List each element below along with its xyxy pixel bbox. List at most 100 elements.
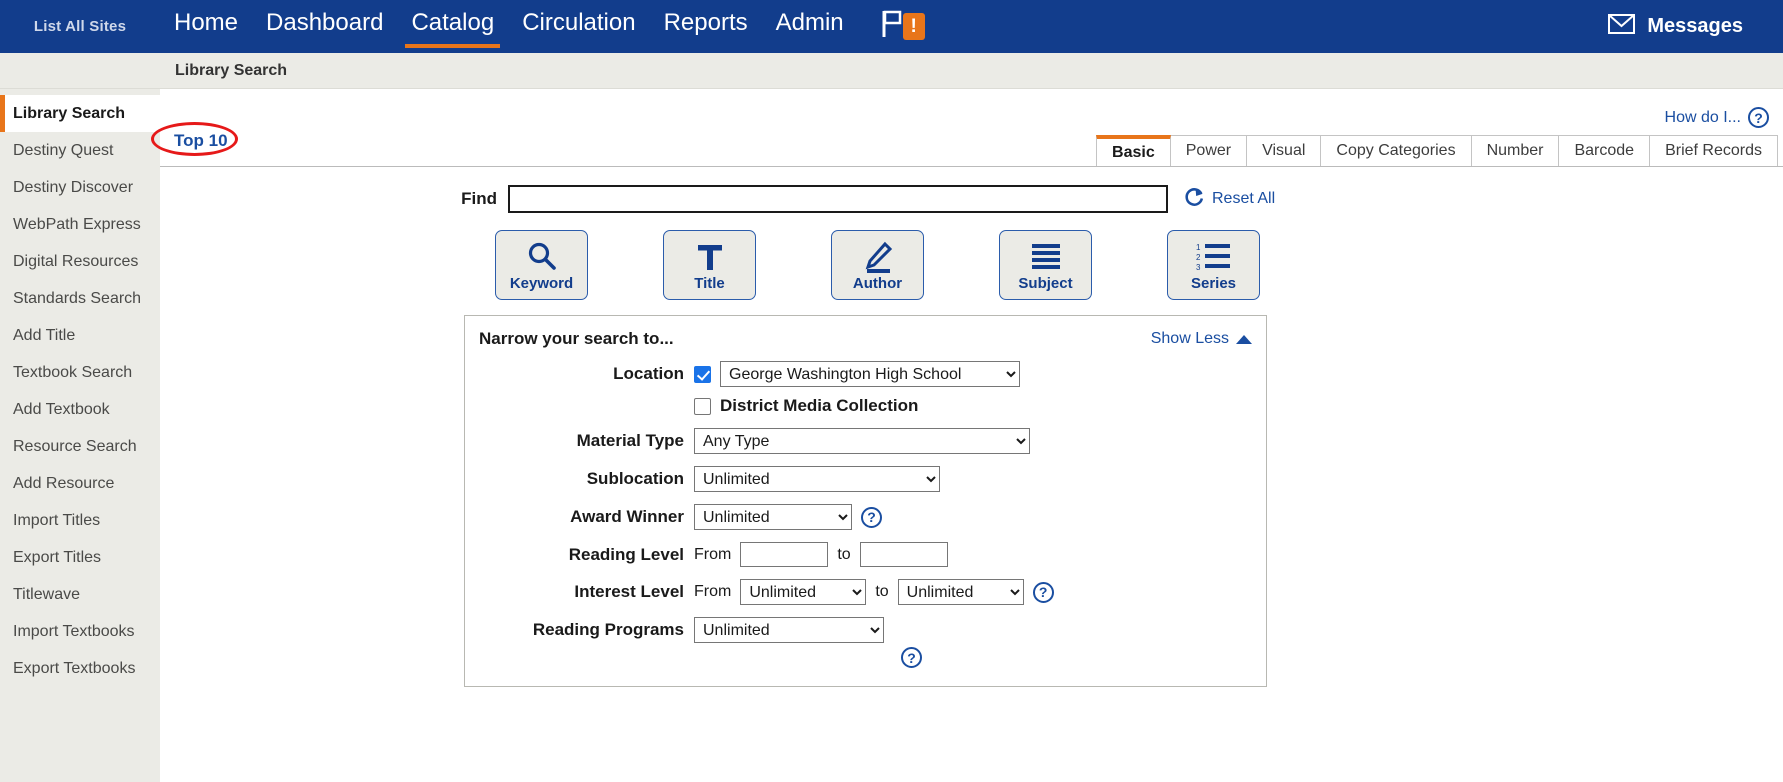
- material-type-select[interactable]: Any Type: [694, 428, 1030, 454]
- reading-level-to-input[interactable]: [859, 542, 948, 567]
- location-select[interactable]: George Washington High School: [720, 361, 1020, 387]
- award-winner-label: Award Winner: [570, 507, 684, 526]
- location-row: Location George Washington High School: [465, 361, 1266, 387]
- sidebar-item-import-titles[interactable]: Import Titles: [0, 502, 160, 539]
- search-button-subject[interactable]: Subject: [999, 230, 1092, 300]
- sidebar: Library Search Destiny Quest Destiny Dis…: [0, 89, 160, 782]
- sidebar-item-import-textbooks[interactable]: Import Textbooks: [0, 613, 160, 650]
- nav-item-reports[interactable]: Reports: [650, 0, 762, 53]
- flag-alert-button[interactable]: !: [880, 0, 925, 53]
- reading-programs-select[interactable]: Unlimited: [694, 617, 884, 643]
- tab-basic[interactable]: Basic: [1096, 135, 1171, 166]
- search-tabs: Basic Power Visual Copy Categories Numbe…: [160, 135, 1783, 167]
- main-nav-items: Home Dashboard Catalog Circulation Repor…: [160, 0, 858, 53]
- top-10-link[interactable]: Top 10: [174, 131, 228, 151]
- sidebar-item-textbook-search[interactable]: Textbook Search: [0, 354, 160, 391]
- award-winner-help-icon[interactable]: ?: [861, 506, 882, 528]
- sidebar-item-destiny-quest[interactable]: Destiny Quest: [0, 132, 160, 169]
- how-do-i-label: How do I...: [1664, 108, 1741, 126]
- numbered-list-icon: 123: [1196, 238, 1232, 276]
- nav-item-admin[interactable]: Admin: [762, 0, 858, 53]
- tab-visual[interactable]: Visual: [1246, 135, 1322, 166]
- sidebar-item-resource-search[interactable]: Resource Search: [0, 428, 160, 465]
- tab-number[interactable]: Number: [1470, 135, 1560, 166]
- nav-item-circulation[interactable]: Circulation: [508, 0, 649, 53]
- how-do-i-link[interactable]: How do I... ?: [1665, 107, 1769, 128]
- find-row: Find Reset All: [160, 185, 1783, 213]
- reading-level-to-word: to: [837, 545, 851, 563]
- tab-brief-records[interactable]: Brief Records: [1649, 135, 1778, 166]
- search-type-buttons: Keyword Title Author Subject 1 2 3 Serie…: [495, 230, 1260, 300]
- reading-programs-help-icon[interactable]: ?: [901, 647, 922, 668]
- refresh-icon: [1184, 187, 1205, 212]
- top-navigation-bar: List All Sites Home Dashboard Catalog Ci…: [0, 0, 1783, 53]
- sublocation-select[interactable]: Unlimited: [694, 466, 940, 492]
- tab-copy-categories[interactable]: Copy Categories: [1320, 135, 1472, 166]
- sublocation-label: Sublocation: [586, 469, 684, 488]
- sidebar-item-add-resource[interactable]: Add Resource: [0, 465, 160, 502]
- interest-level-to-word: to: [875, 583, 889, 600]
- sidebar-item-label: Add Textbook: [13, 400, 110, 418]
- sidebar-item-titlewave[interactable]: Titlewave: [0, 576, 160, 613]
- show-less-toggle[interactable]: Show Less: [1151, 330, 1252, 348]
- sidebar-item-label: Export Titles: [13, 548, 102, 566]
- envelope-icon: [1608, 13, 1636, 40]
- svg-text:2: 2: [1196, 253, 1201, 262]
- location-checkbox[interactable]: [694, 365, 711, 383]
- district-media-checkbox[interactable]: [694, 397, 711, 415]
- reset-all-button[interactable]: Reset All: [1184, 187, 1275, 212]
- breadcrumb-bar: Library Search: [0, 53, 1783, 89]
- reading-level-row: Reading Level From to: [465, 542, 1266, 567]
- messages-label: Messages: [1647, 15, 1743, 37]
- sidebar-item-label: Standards Search: [13, 289, 142, 307]
- tab-power[interactable]: Power: [1169, 135, 1248, 166]
- sidebar-item-digital-resources[interactable]: Digital Resources: [0, 243, 160, 280]
- search-button-label: Series: [1190, 275, 1237, 292]
- search-button-title[interactable]: Title: [663, 230, 756, 300]
- sidebar-item-add-textbook[interactable]: Add Textbook: [0, 391, 160, 428]
- sidebar-item-label: Destiny Discover: [13, 178, 134, 196]
- show-less-label: Show Less: [1150, 330, 1229, 347]
- tab-barcode[interactable]: Barcode: [1558, 135, 1651, 166]
- reset-all-label: Reset All: [1212, 190, 1276, 207]
- sidebar-item-webpath-express[interactable]: WebPath Express: [0, 206, 160, 243]
- material-type-row: Material Type Any Type: [465, 428, 1266, 454]
- help-question-icon[interactable]: ?: [1748, 107, 1769, 128]
- award-winner-select[interactable]: Unlimited: [694, 504, 852, 530]
- interest-level-from-select[interactable]: Unlimited: [740, 579, 867, 605]
- district-media-label: District Media Collection: [720, 396, 919, 415]
- list-all-sites-link[interactable]: List All Sites: [0, 18, 160, 35]
- top-10-annotation: Top 10: [151, 122, 238, 156]
- reading-programs-label: Reading Programs: [532, 620, 684, 639]
- search-button-author[interactable]: Author: [831, 230, 924, 300]
- flag-icon: [880, 9, 906, 44]
- search-button-series[interactable]: 123 Series: [1167, 230, 1260, 300]
- sidebar-item-export-textbooks[interactable]: Export Textbooks: [0, 650, 160, 687]
- nav-item-home[interactable]: Home: [160, 0, 252, 53]
- sidebar-item-destiny-discover[interactable]: Destiny Discover: [0, 169, 160, 206]
- caret-up-icon: [1236, 334, 1252, 344]
- sidebar-item-label: Import Textbooks: [13, 622, 135, 640]
- sidebar-item-standards-search[interactable]: Standards Search: [0, 280, 160, 317]
- sublocation-row: Sublocation Unlimited: [465, 466, 1266, 492]
- interest-level-help-icon[interactable]: ?: [1032, 581, 1054, 603]
- nav-item-catalog[interactable]: Catalog: [397, 0, 508, 53]
- sidebar-item-label: Digital Resources: [13, 252, 139, 270]
- reading-level-from-input[interactable]: [740, 542, 829, 567]
- magnifier-icon: [525, 238, 559, 276]
- lines-icon: [1029, 238, 1063, 276]
- pencil-icon: [861, 238, 895, 276]
- nav-item-dashboard[interactable]: Dashboard: [252, 0, 397, 53]
- sidebar-item-add-title[interactable]: Add Title: [0, 317, 160, 354]
- search-button-keyword[interactable]: Keyword: [495, 230, 588, 300]
- sidebar-item-library-search[interactable]: Library Search: [0, 95, 160, 132]
- letter-t-icon: [693, 238, 727, 276]
- sidebar-item-label: Titlewave: [13, 585, 80, 603]
- sidebar-item-export-titles[interactable]: Export Titles: [0, 539, 160, 576]
- sidebar-item-label: Resource Search: [13, 437, 137, 455]
- search-input[interactable]: [508, 185, 1168, 213]
- sidebar-item-label: Add Title: [13, 326, 76, 344]
- messages-link[interactable]: Messages: [1608, 0, 1743, 53]
- location-label: Location: [613, 364, 684, 383]
- interest-level-to-select[interactable]: Unlimited: [897, 579, 1024, 605]
